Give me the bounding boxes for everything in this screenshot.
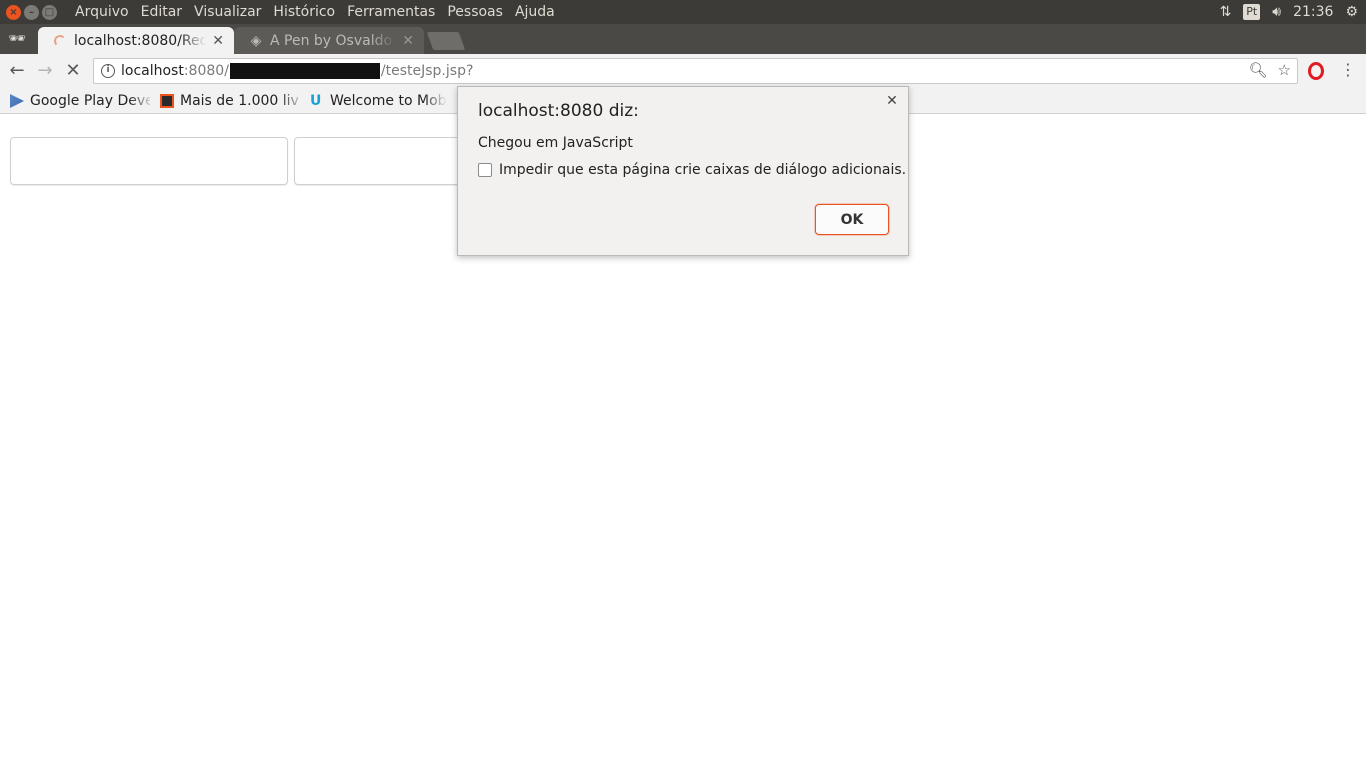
close-tab-icon[interactable]: ✕ (212, 33, 224, 49)
tab-title: localhost:8080/Red (74, 32, 207, 49)
dialog-title: localhost:8080 diz: (478, 101, 639, 121)
zoom-icon[interactable]: 🔍︎ (1249, 61, 1268, 79)
omnibox-actions: 🔍︎ ☆ (1249, 61, 1292, 79)
tab-strip: 🕶︎ localhost:8080/Red ✕ ◈ A Pen by Osval… (0, 24, 1366, 54)
opera-extension-icon[interactable] (1308, 62, 1324, 80)
text-input-1[interactable] (10, 137, 288, 185)
book-icon (160, 94, 174, 108)
close-tab-icon[interactable]: ✕ (402, 33, 414, 49)
browser-toolbar: ← → ✕ i localhost :8080/ /testeJsp.jsp? … (0, 54, 1366, 88)
checkbox-label: Impedir que esta página crie caixas de d… (499, 162, 907, 178)
network-icon[interactable]: ⇅ (1220, 4, 1232, 20)
bookmark-label: Mais de 1.000 livr (180, 93, 298, 109)
bookmark-label: Welcome to Mob (330, 93, 446, 109)
info-icon[interactable]: i (101, 64, 115, 78)
maximize-window-button[interactable]: □ (42, 4, 57, 20)
clock[interactable]: 21:36 (1293, 4, 1333, 20)
keyboard-layout-indicator[interactable]: Pt (1243, 4, 1261, 20)
ok-button[interactable]: OK (815, 204, 889, 235)
menu-editar[interactable]: Editar (135, 4, 188, 20)
menu-visualizar[interactable]: Visualizar (188, 4, 267, 20)
tab-codepen[interactable]: ◈ A Pen by Osvaldo ✕ (234, 27, 424, 54)
close-icon[interactable]: ✕ (884, 93, 900, 109)
loading-spinner-icon (52, 33, 68, 49)
udacity-icon: U (310, 93, 322, 109)
browser-menu-icon[interactable]: ⋮ (1340, 60, 1356, 79)
bookmark-google-play[interactable]: Google Play Deve (10, 91, 150, 111)
checkbox[interactable] (478, 163, 492, 177)
bookmark-label: Google Play Deve (30, 93, 150, 109)
bookmark-udacity[interactable]: U Welcome to Mob (310, 91, 446, 111)
redacted-url-segment (229, 63, 380, 79)
suppress-dialogs-checkbox[interactable]: Impedir que esta página crie caixas de d… (478, 162, 906, 178)
tab-localhost[interactable]: localhost:8080/Red ✕ (38, 27, 234, 54)
gear-icon[interactable]: ⚙ (1345, 4, 1358, 20)
menu-pessoas[interactable]: Pessoas (441, 4, 509, 20)
system-menubar: × – □ Arquivo Editar Visualizar Históric… (0, 0, 1366, 24)
volume-icon[interactable]: 🔊︎ (1272, 4, 1281, 20)
new-tab-button[interactable] (426, 32, 466, 50)
codepen-icon: ◈ (250, 32, 262, 49)
system-tray: ⇅ Pt 🔊︎ 21:36 ⚙ (1220, 0, 1358, 24)
dialog-message: Chegou em JavaScript (478, 135, 633, 151)
incognito-icon: 🕶︎ (8, 31, 26, 47)
google-play-icon (10, 94, 24, 108)
close-window-button[interactable]: × (6, 4, 21, 20)
address-bar[interactable]: i localhost :8080/ /testeJsp.jsp? 🔍︎ ☆ (93, 58, 1298, 84)
minimize-window-button[interactable]: – (24, 4, 39, 20)
bookmark-star-icon[interactable]: ☆ (1278, 61, 1291, 79)
alert-dialog: localhost:8080 diz: ✕ Chegou em JavaScri… (457, 86, 909, 256)
menu-historico[interactable]: Histórico (267, 4, 341, 20)
url-path: /testeJsp.jsp? (380, 63, 474, 79)
url-port: :8080/ (183, 63, 229, 79)
bookmark-livros[interactable]: Mais de 1.000 livr (160, 91, 298, 111)
url-host: localhost (121, 63, 184, 79)
tab-title: A Pen by Osvaldo (270, 32, 393, 49)
menu-ferramentas[interactable]: Ferramentas (341, 4, 441, 20)
forward-button[interactable]: → (34, 60, 56, 82)
back-button[interactable]: ← (6, 60, 28, 82)
window-controls: × – □ (6, 4, 57, 20)
menu-arquivo[interactable]: Arquivo (69, 4, 135, 20)
menu-ajuda[interactable]: Ajuda (509, 4, 561, 20)
stop-loading-button[interactable]: ✕ (62, 60, 84, 82)
